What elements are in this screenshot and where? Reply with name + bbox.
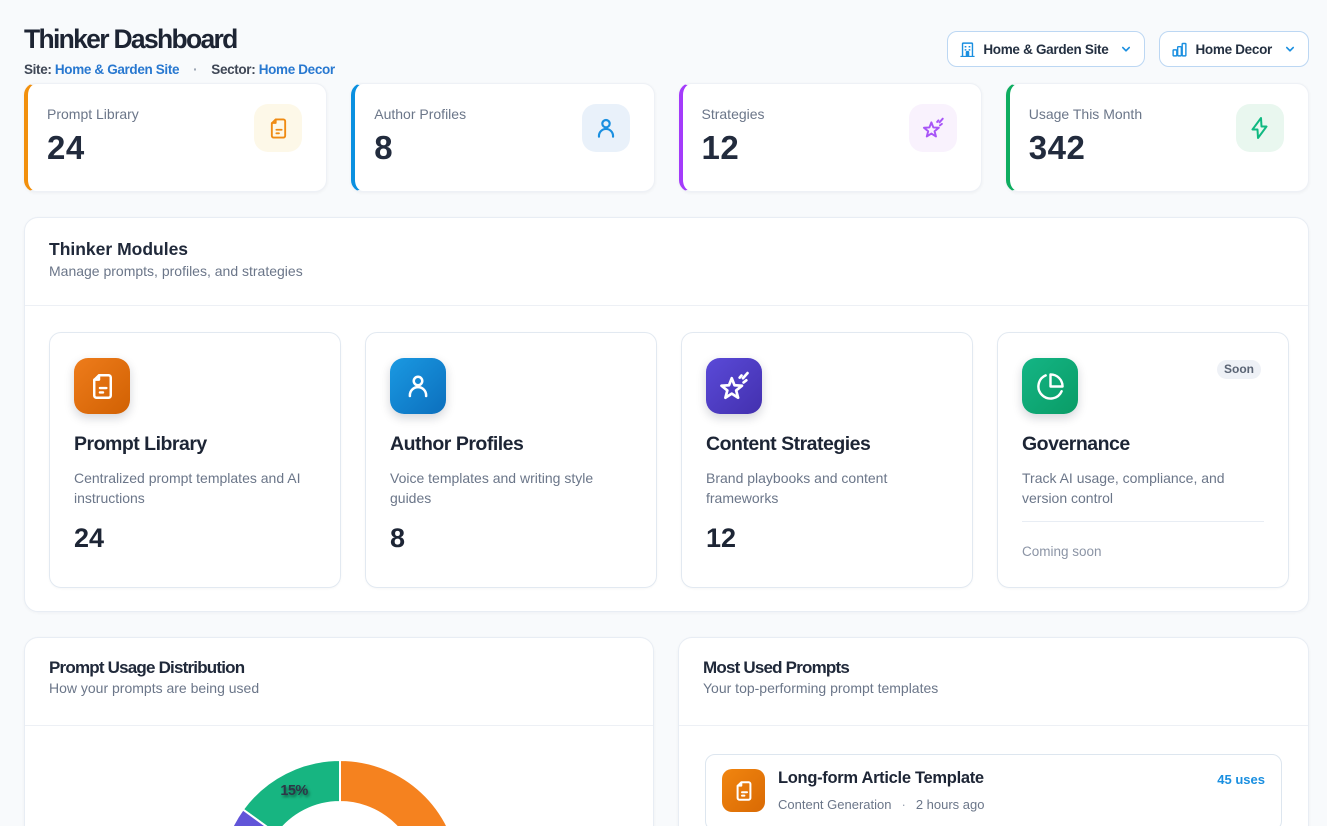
svg-text:15%: 15% [280,783,308,799]
